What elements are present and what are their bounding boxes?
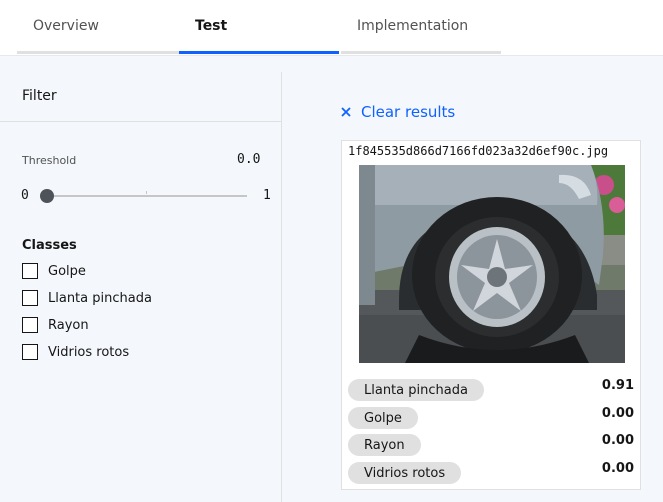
class-label: Vidrios rotos: [48, 344, 130, 360]
panel-divider: [281, 72, 282, 502]
filter-title: Filter: [22, 88, 57, 104]
class-checkbox-llanta-pinchada[interactable]: Llanta pinchada: [22, 288, 152, 308]
prediction-score: 0.00: [601, 433, 634, 448]
image-filename: 1f845535d866d7166fd023a32d6ef90c.jpg: [348, 144, 609, 158]
class-checkbox-vidrios-rotos[interactable]: Vidrios rotos: [22, 342, 129, 362]
class-checkbox-golpe[interactable]: Golpe: [22, 261, 86, 281]
tab-bar: Overview Test Implementation: [0, 0, 663, 56]
threshold-label: Threshold: [22, 154, 77, 167]
result-card: 1f845535d866d7166fd023a32d6ef90c.jpg Lla…: [341, 140, 641, 490]
slider-min-label: 0: [21, 188, 29, 203]
close-icon: [341, 107, 351, 117]
slider-max-label: 1: [263, 188, 271, 203]
checkbox[interactable]: [22, 344, 38, 360]
checkbox[interactable]: [22, 290, 38, 306]
filter-divider: [0, 121, 281, 122]
threshold-slider-thumb[interactable]: [40, 189, 54, 203]
checkbox[interactable]: [22, 317, 38, 333]
checkbox[interactable]: [22, 263, 38, 279]
prediction-score: 0.91: [601, 378, 634, 393]
class-label: Golpe: [48, 263, 86, 279]
clear-results-button[interactable]: Clear results: [339, 103, 455, 121]
clear-results-label: Clear results: [361, 103, 456, 121]
tab-overview[interactable]: Overview: [17, 0, 179, 54]
tab-test[interactable]: Test: [179, 0, 339, 54]
classes-title: Classes: [22, 238, 77, 253]
prediction-tag: Golpe: [348, 407, 418, 429]
prediction-tag: Vidrios rotos: [348, 462, 462, 484]
class-label: Llanta pinchada: [48, 290, 152, 306]
class-checkbox-rayon[interactable]: Rayon: [22, 315, 89, 335]
threshold-value: 0.0: [237, 152, 261, 167]
slider-midpoint-tick: [146, 191, 147, 194]
prediction-tag: Rayon: [348, 434, 421, 456]
prediction-score: 0.00: [601, 406, 634, 421]
car-flat-tire-photo: [359, 165, 625, 363]
class-label: Rayon: [48, 317, 89, 333]
prediction-tag: Llanta pinchada: [348, 379, 484, 401]
tab-implementation[interactable]: Implementation: [341, 0, 501, 54]
threshold-slider-track[interactable]: [42, 195, 247, 197]
prediction-score: 0.00: [601, 461, 634, 476]
